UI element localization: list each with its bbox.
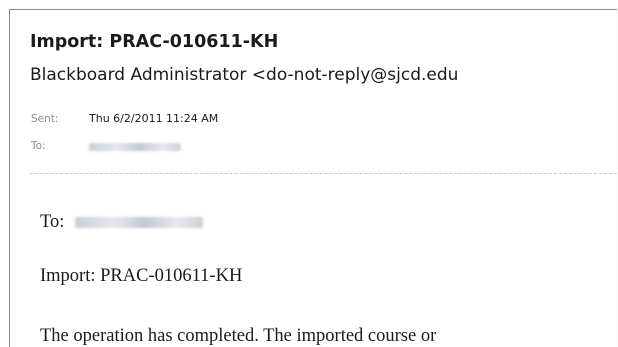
redacted-recipient — [89, 143, 181, 151]
body-import-line: Import: PRAC-010611-KH — [40, 266, 243, 286]
email-reading-pane: Import: PRAC-010611-KH Blackboard Admini… — [9, 9, 617, 347]
sent-value: Thu 6/2/2011 11:24 AM — [89, 112, 219, 125]
body-status-line: The operation has completed. The importe… — [40, 326, 437, 346]
to-label: To: — [31, 140, 46, 152]
email-sender[interactable]: Blackboard Administrator <do-not-reply@s… — [30, 65, 458, 85]
sent-label: Sent: — [31, 113, 59, 125]
header-divider — [30, 173, 617, 174]
body-to-line: To: — [40, 212, 204, 233]
email-subject: Import: PRAC-010611-KH — [30, 32, 279, 52]
to-recipient-redacted[interactable] — [89, 141, 181, 154]
redacted-body-recipient — [75, 217, 204, 229]
body-to-label: To: — [40, 212, 65, 232]
